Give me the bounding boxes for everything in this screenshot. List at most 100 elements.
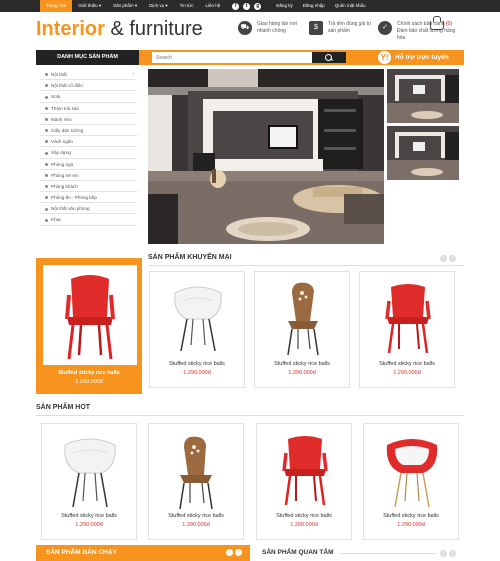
- white-chair-image: [64, 438, 116, 508]
- support-label: Hỗ trợ trực tuyến: [395, 54, 449, 61]
- online-support[interactable]: Y! Hỗ trợ trực tuyến: [378, 51, 449, 64]
- sidebar-item-partition[interactable]: Vách ngăn: [40, 136, 137, 148]
- product-name[interactable]: Stuffed sticky rice balls: [257, 513, 351, 519]
- sidebar-item-label: Phòng khách: [51, 183, 78, 189]
- sidebar-item-living-room[interactable]: Phòng khách: [40, 181, 137, 193]
- nav-item-products[interactable]: Sản phẩm ▾: [107, 0, 143, 12]
- product-card[interactable]: Stuffed sticky rice balls 1.290.000đ: [41, 423, 137, 540]
- bullet-icon: [45, 140, 48, 144]
- chevron-left-icon[interactable]: ‹: [226, 549, 233, 556]
- cart-count: (0): [446, 21, 453, 27]
- product-name[interactable]: Stuffed sticky rice balls: [360, 361, 454, 367]
- product-card[interactable]: Stuffed sticky rice balls 1.290.000đ: [148, 423, 244, 540]
- product-name[interactable]: Stuffed sticky rice balls: [255, 361, 349, 367]
- section-divider: [36, 415, 464, 416]
- site-logo[interactable]: Interior & furniture: [36, 18, 203, 41]
- chevron-right-icon[interactable]: ›: [235, 549, 242, 556]
- google-icon[interactable]: g: [254, 2, 262, 10]
- sidebar-item-construction[interactable]: Xây dựng: [40, 147, 137, 159]
- product-card[interactable]: Stuffed sticky rice balls 1.290.000đ: [256, 423, 352, 540]
- sidebar-item-label: Phòng trẻ em: [51, 172, 79, 178]
- bestseller-section-header: SẢN PHẨM BÁN CHẠY ‹ ›: [36, 545, 250, 561]
- hero-banner-image[interactable]: [148, 69, 384, 244]
- sidebar-item-classic[interactable]: Nội thất cổ điển: [40, 80, 137, 92]
- interest-section-title: SẢN PHẨM QUAN TÂM: [262, 549, 334, 556]
- cart-button[interactable]: (0): [430, 16, 456, 34]
- thumbnail-1[interactable]: [387, 69, 459, 123]
- product-image: [49, 431, 131, 511]
- sidebar-item-label: Giấy dán tường: [51, 127, 84, 133]
- nav-item-about[interactable]: Giới thiệu ▾: [72, 0, 107, 12]
- product-image: [43, 265, 137, 365]
- living-room-illustration: [148, 69, 384, 244]
- product-price: 1.290.000đ: [397, 522, 425, 528]
- chevron-right-icon[interactable]: ›: [449, 550, 456, 557]
- sidebar-item-sofa[interactable]: Sofa: [40, 91, 137, 103]
- chevron-left-icon[interactable]: ‹: [440, 255, 447, 262]
- sidebar-item-label: Khác: [51, 217, 62, 223]
- product-price: 1.290.000đ: [75, 522, 103, 528]
- chevron-left-icon[interactable]: ‹: [440, 550, 447, 557]
- chevron-right-icon[interactable]: ›: [449, 255, 456, 262]
- interest-carousel-controls: ‹ ›: [440, 550, 456, 557]
- sidebar-item-wallpaper[interactable]: Giấy dán tường: [40, 125, 137, 137]
- login-link[interactable]: Đăng nhập: [298, 0, 330, 12]
- product-card-featured[interactable]: Stuffed sticky rice balls 1.290.000đ: [36, 258, 142, 394]
- category-menu-title[interactable]: DANH MỤC SẢN PHẨM: [36, 50, 139, 65]
- sidebar-item-kids-room[interactable]: Phòng trẻ em: [40, 170, 137, 181]
- product-price: 1.290.000đ: [183, 370, 211, 376]
- sidebar-item-furniture[interactable]: Nội thất ›: [40, 69, 137, 81]
- bullet-icon: [45, 118, 48, 122]
- product-name[interactable]: Stuffed sticky rice balls: [37, 370, 141, 376]
- sidebar-item-label: Nội thất văn phòng: [51, 206, 90, 212]
- register-link[interactable]: Đăng ký: [271, 0, 298, 12]
- bullet-icon: [45, 73, 48, 77]
- sidebar-item-office[interactable]: Nội thất văn phòng: [40, 203, 137, 215]
- product-name[interactable]: Stuffed sticky rice balls: [364, 513, 458, 519]
- nav-item-services[interactable]: Dịch vụ ▾: [143, 0, 174, 12]
- nav-item-news[interactable]: Tin tức: [174, 0, 200, 12]
- chevron-right-icon: ›: [132, 71, 134, 77]
- product-image: [371, 431, 453, 511]
- facebook-icon[interactable]: f: [232, 2, 240, 10]
- nav-item-contact[interactable]: Liên hệ: [199, 0, 226, 12]
- twitter-icon[interactable]: t: [243, 2, 251, 10]
- red-chair-image: [385, 284, 431, 354]
- nav-item-home[interactable]: Trang chủ: [40, 0, 73, 12]
- thumbnail-2[interactable]: [387, 126, 459, 180]
- product-card[interactable]: Stuffed sticky rice balls 1.290.000đ: [149, 271, 245, 388]
- sidebar-item-label: Phòng ngủ: [51, 161, 74, 167]
- sidebar-item-label: Sofa: [51, 94, 61, 100]
- sidebar-item-carpet[interactable]: Thảm trải sàn: [40, 103, 137, 114]
- product-card[interactable]: Stuffed sticky rice balls 1.290.000đ: [254, 271, 350, 388]
- sidebar-item-curtain[interactable]: Mành rèm: [40, 114, 137, 125]
- living-room-thumbnail: [387, 69, 459, 123]
- product-image: [156, 431, 238, 511]
- product-name[interactable]: Stuffed sticky rice balls: [150, 361, 244, 367]
- product-name[interactable]: Stuffed sticky rice balls: [149, 513, 243, 519]
- product-card[interactable]: Stuffed sticky rice balls 1.290.000đ: [363, 423, 459, 540]
- living-room-thumbnail: [387, 126, 459, 180]
- sidebar-item-label: Nội thất cổ điển: [51, 83, 83, 89]
- truck-icon: ⛟: [238, 21, 252, 35]
- warranty-icon: ✓: [378, 21, 392, 35]
- product-price: 1.290.000đ: [290, 522, 318, 528]
- sidebar-item-bedroom[interactable]: Phòng ngủ: [40, 159, 137, 170]
- feature-text: Trả tiền đúng giá trị sản phẩm: [328, 21, 371, 34]
- product-image: [157, 279, 239, 359]
- red-chair-image: [65, 275, 115, 360]
- sidebar-item-other[interactable]: Khác: [40, 214, 137, 226]
- search-input[interactable]: [152, 52, 312, 63]
- sidebar-item-label: Mành rèm: [51, 116, 72, 122]
- bullet-icon: [45, 218, 48, 222]
- product-card[interactable]: Stuffed sticky rice balls 1.290.000đ: [359, 271, 455, 388]
- forgot-password-link[interactable]: Quên mật khẩu: [330, 0, 371, 12]
- bullet-icon: [45, 196, 48, 200]
- red-white-chair-image: [386, 439, 438, 508]
- product-name[interactable]: Stuffed sticky rice balls: [42, 513, 136, 519]
- feature-delivery: ⛟ Giao hàng tận nơi nhanh chóng: [238, 21, 301, 35]
- logo-part1: Interior: [36, 18, 105, 40]
- cash-icon: $: [309, 21, 323, 35]
- search-button[interactable]: [312, 52, 346, 63]
- sidebar-item-kitchen[interactable]: Phòng ăn - Phòng bếp: [40, 192, 137, 204]
